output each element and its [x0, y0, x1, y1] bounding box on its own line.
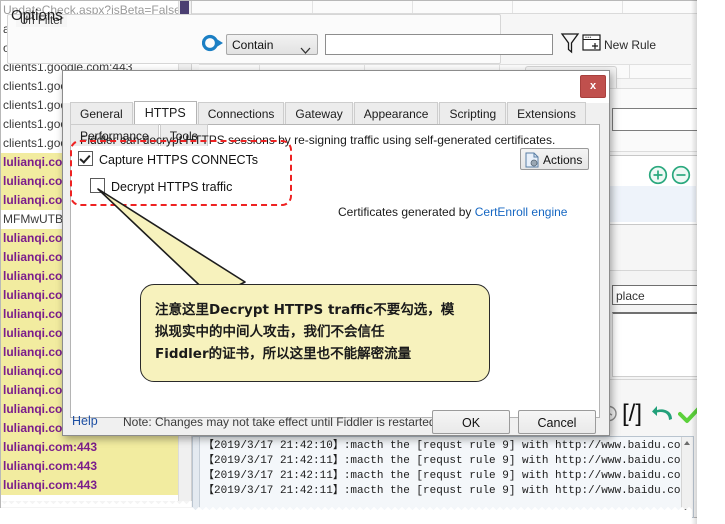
log-line: 【2019/3/17 21:42:11】:macth the [requst r… [203, 455, 694, 467]
funnel-icon[interactable] [560, 32, 580, 57]
ok-button[interactable]: OK [432, 410, 510, 434]
callout-balloon: 注意这里Decrypt HTTPS traffic不要勾选，模 拟现实中的中间人… [140, 284, 490, 382]
certificate-actions-icon [525, 152, 540, 175]
dialog-tabs[interactable]: General HTTPS Connections Gateway Appearance… [70, 101, 600, 146]
torn-edge-right [697, 0, 725, 524]
tab-connections[interactable]: Connections [197, 102, 285, 124]
restart-note: Note: Changes may not take effect until … [123, 415, 439, 429]
scrollbar-thumb[interactable] [180, 1, 189, 15]
session-list-item[interactable]: lulianqi.com:443 [1, 457, 191, 476]
session-list-item[interactable]: lulianqi.com:443 [1, 438, 191, 457]
tab-general[interactable]: General [70, 102, 133, 124]
torn-edge-bottom-mask [192, 512, 692, 524]
log-gutter [193, 437, 200, 517]
top-toolbar-strip[interactable] [192, 1, 699, 14]
tab-https[interactable]: HTTPS [133, 101, 197, 124]
log-line: 【2019/3/17 21:42:10】:macth the [requst r… [203, 440, 694, 452]
match-select-value: Contain [232, 38, 274, 52]
replace-field[interactable]: place [612, 285, 698, 305]
log-line: 【2019/3/17 21:42:11】:macth the [requst r… [203, 485, 694, 497]
cancel-button[interactable]: Cancel [518, 410, 596, 434]
target-arrow-icon [201, 34, 224, 55]
circle-minus-icon[interactable] [671, 165, 691, 188]
slash-bracket-icon[interactable]: [/] [622, 402, 642, 426]
certenroll-engine-link[interactable]: CertEnroll engine [475, 205, 568, 219]
new-window-plus-icon[interactable] [582, 34, 601, 55]
session-list-item[interactable]: lulianqi.com:443 [1, 476, 191, 495]
dialog-title: Options [11, 7, 63, 24]
torn-edge-bottom-left-mask [0, 508, 192, 524]
log-lines: 【2019/3/17 21:42:10】:macth the [requst r… [193, 437, 693, 499]
tab-gateway[interactable]: Gateway [285, 102, 353, 124]
url-filter-input[interactable] [325, 34, 553, 55]
help-link[interactable]: Help [72, 414, 98, 428]
log-line: 【2019/3/17 21:42:11】:macth the [requst r… [203, 470, 694, 482]
callout-text: 注意这里Decrypt HTTPS traffic不要勾选，模 拟现实中的中间人… [155, 302, 455, 362]
right-panel-list-body[interactable] [606, 186, 696, 222]
close-icon[interactable]: x [580, 75, 606, 98]
scroll-up-icon[interactable] [684, 441, 690, 445]
circle-plus-icon[interactable] [648, 165, 671, 188]
tab-scripting[interactable]: Scripting [439, 102, 507, 124]
undo-arrow-icon[interactable] [652, 404, 674, 427]
dialog-titlebar [63, 71, 609, 103]
new-rule-label[interactable]: New Rule [604, 38, 656, 52]
tab-extensions[interactable]: Extensions [507, 102, 586, 124]
chevron-down-icon [300, 41, 311, 62]
actions-button-label: Actions [543, 153, 583, 167]
replace-result-area[interactable] [612, 312, 700, 377]
url-filter-match-select[interactable]: Contain [226, 34, 318, 55]
add-remove-controls[interactable] [648, 165, 691, 188]
actions-button[interactable]: Actions [520, 148, 589, 170]
tab-appearance[interactable]: Appearance [353, 102, 439, 124]
right-panel-top-field[interactable] [612, 108, 700, 131]
